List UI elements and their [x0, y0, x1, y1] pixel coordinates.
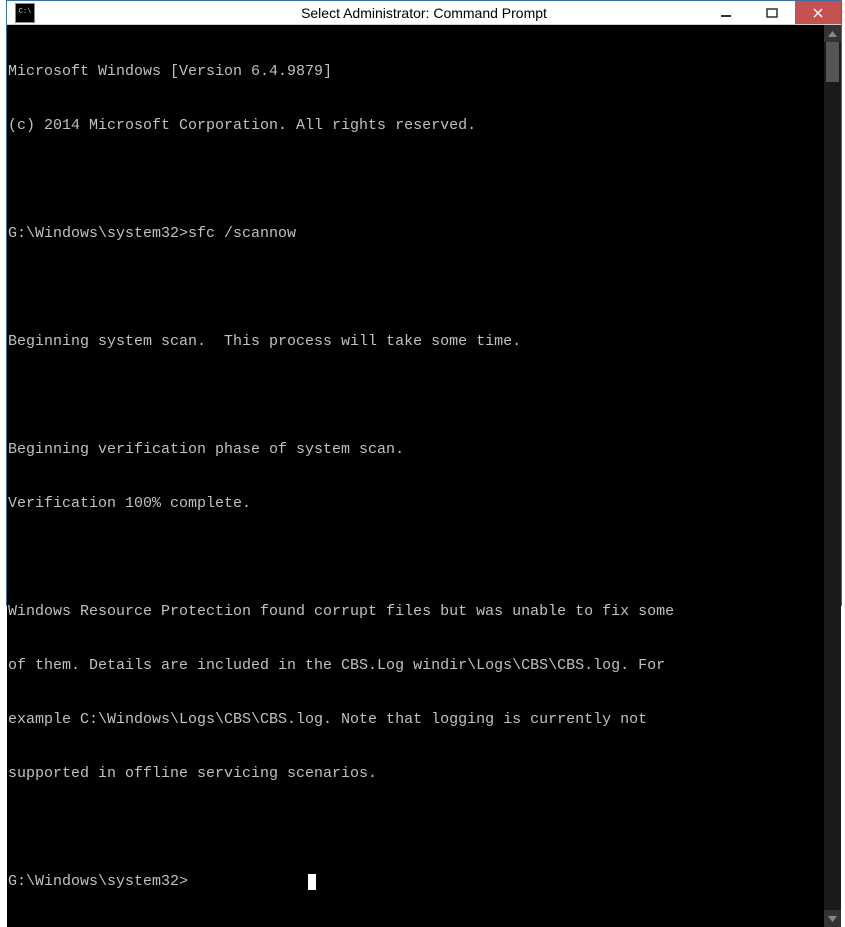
command-prompt-window: Select Administrator: Command Prompt Mic… [6, 0, 842, 606]
minimize-button[interactable] [703, 1, 749, 24]
prompt-line: G:\Windows\system32> [8, 873, 824, 891]
terminal-line: Beginning system scan. This process will… [8, 333, 824, 351]
terminal-line: Verification 100% complete. [8, 495, 824, 513]
scroll-thumb[interactable] [826, 42, 839, 82]
scroll-down-button[interactable] [824, 910, 841, 927]
text-cursor [308, 874, 316, 890]
close-button[interactable] [795, 1, 841, 24]
client-area: Microsoft Windows [Version 6.4.9879] (c)… [7, 25, 841, 927]
terminal-output[interactable]: Microsoft Windows [Version 6.4.9879] (c)… [7, 25, 824, 927]
terminal-line: Microsoft Windows [Version 6.4.9879] [8, 63, 824, 81]
terminal-line: supported in offline servicing scenarios… [8, 765, 824, 783]
terminal-line [8, 819, 824, 837]
vertical-scrollbar[interactable] [824, 25, 841, 927]
scroll-track[interactable] [824, 42, 841, 910]
prompt-text: G:\Windows\system32> [8, 873, 188, 891]
terminal-line: G:\Windows\system32>sfc /scannow [8, 225, 824, 243]
terminal-line: example C:\Windows\Logs\CBS\CBS.log. Not… [8, 711, 824, 729]
terminal-line [8, 549, 824, 567]
cmd-icon [15, 3, 35, 23]
titlebar[interactable]: Select Administrator: Command Prompt [7, 1, 841, 25]
terminal-line: of them. Details are included in the CBS… [8, 657, 824, 675]
terminal-line: (c) 2014 Microsoft Corporation. All righ… [8, 117, 824, 135]
terminal-line [8, 171, 824, 189]
terminal-line [8, 279, 824, 297]
terminal-line: Windows Resource Protection found corrup… [8, 603, 824, 621]
terminal-line [8, 387, 824, 405]
window-controls [703, 1, 841, 24]
terminal-line: Beginning verification phase of system s… [8, 441, 824, 459]
maximize-button[interactable] [749, 1, 795, 24]
scroll-up-button[interactable] [824, 25, 841, 42]
